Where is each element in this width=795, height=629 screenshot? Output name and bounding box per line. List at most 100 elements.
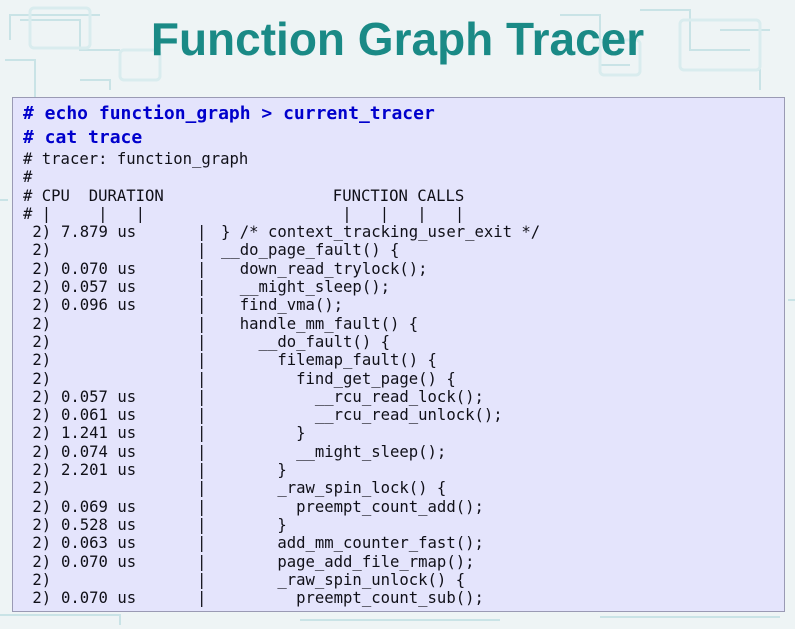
- trace-header-line: # CPU DURATION FUNCTION CALLS: [23, 186, 465, 205]
- trace-duration: 0.057 us: [61, 387, 137, 406]
- trace-cpu: 2): [23, 332, 52, 351]
- trace-row: 2) 0.074 us | __might_sleep();: [23, 443, 784, 461]
- trace-function-call: down_read_trylock();: [221, 259, 428, 278]
- trace-function-call: __might_sleep();: [221, 442, 447, 461]
- trace-duration: [61, 370, 197, 388]
- trace-row: 2) | handle_mm_fault() {: [23, 315, 784, 333]
- trace-function-call: }: [221, 424, 306, 443]
- trace-duration: 0.069 us: [61, 497, 137, 516]
- trace-cpu: 2): [23, 406, 52, 425]
- trace-cpu: 2): [23, 241, 52, 260]
- trace-row: 2) 0.061 us | __rcu_read_unlock();: [23, 406, 784, 424]
- trace-separator: |: [197, 332, 207, 351]
- trace-separator: |: [197, 461, 207, 480]
- trace-cpu: 2): [23, 296, 52, 315]
- trace-duration: 7.879 us: [61, 223, 137, 242]
- trace-separator: |: [197, 589, 207, 608]
- trace-function-call: }: [221, 461, 287, 480]
- trace-function-call: find_get_page() {: [221, 369, 456, 388]
- trace-duration: [61, 315, 197, 333]
- trace-row: 2) 0.063 us | add_mm_counter_fast();: [23, 534, 784, 552]
- trace-duration: 0.063 us: [61, 534, 137, 553]
- trace-row: 2) 0.069 us | preempt_count_add();: [23, 498, 784, 516]
- trace-separator: |: [197, 497, 207, 516]
- trace-row: 2) 0.096 us | find_vma();: [23, 296, 784, 314]
- trace-function-call: handle_mm_fault() {: [221, 314, 419, 333]
- trace-duration: 0.057 us: [61, 278, 137, 297]
- trace-duration: [61, 333, 197, 351]
- trace-function-call: __might_sleep();: [221, 278, 390, 297]
- command-line: # cat trace: [23, 127, 143, 148]
- trace-cpu: 2): [23, 534, 52, 553]
- trace-cpu: 2): [23, 552, 52, 571]
- trace-cpu: 2): [23, 259, 52, 278]
- slide-title: Function Graph Tracer: [150, 13, 645, 65]
- trace-row: 2) 0.070 us | down_read_trylock();: [23, 260, 784, 278]
- trace-duration: 0.528 us: [61, 515, 137, 534]
- trace-row: 2) 0.528 us | }: [23, 516, 784, 534]
- trace-cpu: 2): [23, 515, 52, 534]
- terminal-output: # echo function_graph > current_tracer #…: [12, 97, 785, 612]
- trace-duration: 1.241 us: [61, 424, 137, 443]
- trace-row: 2) | filemap_fault() {: [23, 351, 784, 369]
- trace-row: 2) 0.057 us | __rcu_read_lock();: [23, 388, 784, 406]
- trace-separator: |: [197, 241, 207, 260]
- trace-separator: |: [197, 387, 207, 406]
- trace-row: 2) 2.201 us | }: [23, 461, 784, 479]
- trace-function-call: __do_page_fault() {: [221, 241, 400, 260]
- trace-separator: |: [197, 223, 207, 242]
- trace-separator: |: [197, 442, 207, 461]
- trace-separator: |: [197, 515, 207, 534]
- trace-separator: |: [197, 351, 207, 370]
- trace-row: 2) | __do_page_fault() {: [23, 241, 784, 259]
- trace-cpu: 2): [23, 461, 52, 480]
- trace-duration: [61, 479, 197, 497]
- trace-duration: [61, 241, 197, 259]
- trace-separator: |: [197, 278, 207, 297]
- trace-duration: 0.074 us: [61, 442, 137, 461]
- trace-row: 2) | __do_fault() {: [23, 333, 784, 351]
- trace-row: 2) | find_get_page() {: [23, 370, 784, 388]
- trace-function-call: }: [221, 515, 287, 534]
- trace-separator: |: [197, 296, 207, 315]
- trace-function-call: _raw_spin_lock() {: [221, 479, 447, 498]
- trace-function-call: __do_fault() {: [221, 332, 390, 351]
- trace-cpu: 2): [23, 351, 52, 370]
- trace-duration: 0.070 us: [61, 589, 137, 608]
- trace-separator: |: [197, 479, 207, 498]
- trace-header-line: # tracer: function_graph: [23, 150, 249, 168]
- trace-row: 2) 1.241 us | }: [23, 424, 784, 442]
- trace-cpu: 2): [23, 497, 52, 516]
- trace-duration: 0.070 us: [61, 259, 137, 278]
- trace-cpu: 2): [23, 314, 52, 333]
- trace-duration: 0.096 us: [61, 296, 137, 315]
- trace-function-call: _raw_spin_unlock() {: [221, 570, 466, 589]
- trace-separator: |: [197, 369, 207, 388]
- trace-cpu: 2): [23, 442, 52, 461]
- trace-separator: |: [197, 552, 207, 571]
- trace-duration: [61, 571, 197, 589]
- trace-cpu: 2): [23, 424, 52, 443]
- trace-duration: 2.201 us: [61, 461, 137, 480]
- trace-separator: |: [197, 259, 207, 278]
- command-line: # echo function_graph > current_tracer: [23, 103, 435, 124]
- trace-function-call: __rcu_read_lock();: [221, 387, 484, 406]
- trace-function-call: page_add_file_rmap();: [221, 552, 475, 571]
- trace-row: 2) | _raw_spin_lock() {: [23, 479, 784, 497]
- trace-cpu: 2): [23, 278, 52, 297]
- trace-separator: |: [197, 570, 207, 589]
- trace-function-call: } /* context_tracking_user_exit */: [221, 223, 541, 242]
- trace-function-call: preempt_count_sub();: [221, 589, 484, 608]
- trace-cpu: 2): [23, 387, 52, 406]
- trace-function-call: __rcu_read_unlock();: [221, 406, 503, 425]
- trace-duration: 0.070 us: [61, 552, 137, 571]
- trace-row: 2) 0.070 us | page_add_file_rmap();: [23, 553, 784, 571]
- trace-cpu: 2): [23, 589, 52, 608]
- trace-separator: |: [197, 424, 207, 443]
- trace-cpu: 2): [23, 223, 52, 242]
- trace-row: 2) 7.879 us | } /* context_tracking_user_ex…: [23, 223, 784, 241]
- trace-separator: |: [197, 534, 207, 553]
- trace-header-line: # | | | | | | |: [23, 204, 465, 223]
- trace-cpu: 2): [23, 479, 52, 498]
- trace-function-call: filemap_fault() {: [221, 351, 437, 370]
